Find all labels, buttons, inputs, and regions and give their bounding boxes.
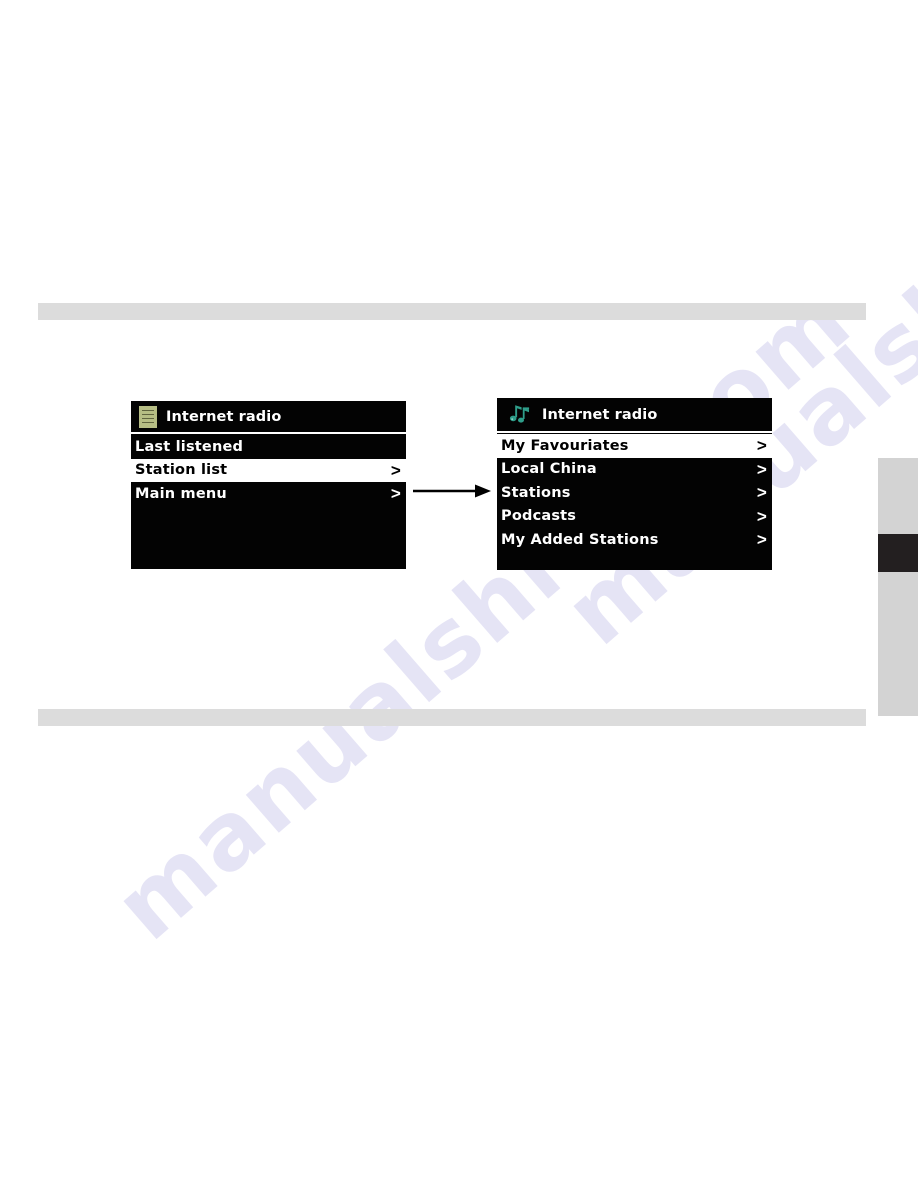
- chevron-right-icon: >: [756, 459, 767, 479]
- menu-list: Last listened Station list > Main menu >: [131, 435, 406, 506]
- music-notes-icon: [509, 404, 530, 423]
- side-tab-active-marker[interactable]: [878, 534, 918, 572]
- list-item-label: Local China: [501, 461, 597, 478]
- chevron-right-icon: >: [756, 506, 767, 526]
- screen-title-text: Internet radio: [166, 408, 282, 425]
- chevron-right-icon: >: [390, 460, 401, 480]
- chevron-right-icon: >: [756, 436, 767, 456]
- chevron-right-icon: >: [390, 484, 401, 504]
- section-divider-top: [38, 303, 866, 320]
- screen-title-bar: Internet radio: [497, 398, 772, 431]
- screen-title-bar: Internet radio: [131, 401, 406, 432]
- list-item[interactable]: Station list >: [131, 458, 406, 482]
- list-item-label: Last listened: [135, 438, 244, 455]
- list-item-label: Podcasts: [501, 508, 577, 525]
- page-watermark: manualshive.com manualshive.com: [0, 0, 918, 1188]
- list-item[interactable]: Podcasts >: [497, 505, 772, 529]
- list-item[interactable]: Local China >: [497, 458, 772, 482]
- chevron-right-icon: >: [756, 483, 767, 503]
- list-item-label: Main menu: [135, 485, 227, 502]
- list-item-label: My Favouriates: [501, 437, 629, 454]
- list-item[interactable]: Last listened: [131, 435, 406, 459]
- lcd-screen-internet-radio-menu: Internet radio Last listened Station lis…: [131, 401, 406, 569]
- watermark-text: manualshive.com: [95, 266, 872, 961]
- section-divider-bottom: [38, 709, 866, 726]
- lcd-screen-internet-radio-station-list: Internet radio My Favouriates > Local Ch…: [497, 398, 772, 570]
- list-icon: [139, 405, 157, 428]
- screen-title-text: Internet radio: [542, 406, 658, 423]
- list-item-label: My Added Stations: [501, 531, 659, 548]
- title-separator: [497, 431, 772, 433]
- list-item-label: Station list: [135, 462, 228, 479]
- chevron-right-icon: >: [756, 530, 767, 550]
- list-item-label: Stations: [501, 484, 571, 501]
- side-tab-strip[interactable]: [878, 458, 918, 716]
- list-item[interactable]: My Added Stations >: [497, 528, 772, 552]
- list-item[interactable]: My Favouriates >: [497, 434, 772, 458]
- list-item[interactable]: Stations >: [497, 481, 772, 505]
- title-separator: [131, 432, 406, 434]
- flow-arrow-right: [413, 484, 491, 498]
- menu-list: My Favouriates > Local China > Stations …: [497, 434, 772, 552]
- list-item[interactable]: Main menu >: [131, 482, 406, 506]
